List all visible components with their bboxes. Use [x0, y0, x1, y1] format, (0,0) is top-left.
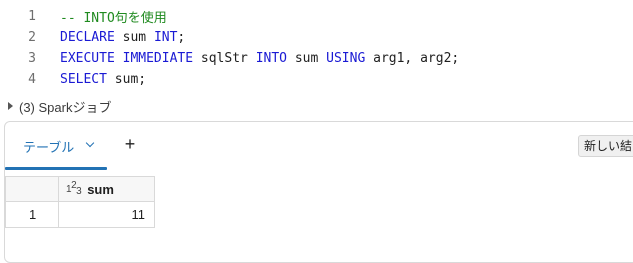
code-line-3[interactable]: 3 EXECUTE IMMEDIATE sqlStr INTO sum USIN… — [0, 48, 633, 69]
row-index-header — [5, 176, 59, 202]
code-keyword: IMMEDIATE — [122, 51, 194, 66]
code-keyword: EXECUTE — [60, 51, 115, 66]
code-editor[interactable]: 1 -- INTO句を使用 2 DECLARE sum INT; 3 EXECU… — [0, 6, 633, 90]
spark-jobs-label: (3) Sparkジョブ — [19, 99, 112, 115]
code-text: arg1, arg2; — [365, 51, 460, 66]
code-text: sum — [114, 30, 154, 45]
code-text: sum — [287, 51, 327, 66]
result-table: 123 sum 1 11 — [5, 176, 155, 228]
code-keyword: DECLARE — [60, 30, 115, 45]
line-number: 1 — [28, 9, 36, 24]
code-line-4[interactable]: 4 SELECT sum; — [0, 69, 633, 90]
column-header-sum[interactable]: 123 sum — [58, 176, 155, 202]
new-result-button[interactable]: 新しい結 — [578, 135, 633, 157]
integer-type-icon: 123 — [66, 179, 82, 197]
results-tabbar: テーブル + 新しい結 — [5, 122, 633, 170]
line-number: 4 — [28, 72, 36, 87]
caret-right-icon — [8, 102, 13, 110]
row-index: 1 — [5, 201, 59, 228]
active-tab-indicator — [5, 167, 107, 170]
code-text: sum; — [106, 72, 147, 87]
results-panel: テーブル + 新しい結 123 sum 1 11 — [4, 121, 633, 263]
code-line-2[interactable]: 2 DECLARE sum INT; — [0, 27, 633, 48]
code-text: sqlStr — [193, 51, 256, 66]
table-cell-sum[interactable]: 11 — [58, 201, 155, 228]
line-number: 2 — [28, 30, 36, 45]
spark-jobs-toggle[interactable]: (3) Sparkジョブ — [8, 97, 111, 115]
code-keyword: USING — [326, 51, 366, 66]
code-keyword: INT — [153, 30, 178, 45]
table-row[interactable]: 1 11 — [5, 201, 155, 228]
code-comment: -- INTO句を使用 — [60, 11, 167, 26]
add-visualization-button[interactable]: + — [119, 133, 141, 155]
code-keyword: INTO — [255, 51, 288, 66]
tab-table-label: テーブル — [23, 140, 75, 155]
code-keyword: SELECT — [60, 72, 107, 87]
table-header-row: 123 sum — [5, 176, 155, 202]
chevron-down-icon[interactable] — [85, 138, 95, 148]
line-number: 3 — [28, 51, 36, 66]
tab-table[interactable]: テーブル — [5, 122, 107, 170]
code-line-1[interactable]: 1 -- INTO句を使用 — [0, 6, 633, 27]
code-text: ; — [177, 30, 186, 45]
column-header-label: sum — [87, 181, 114, 197]
